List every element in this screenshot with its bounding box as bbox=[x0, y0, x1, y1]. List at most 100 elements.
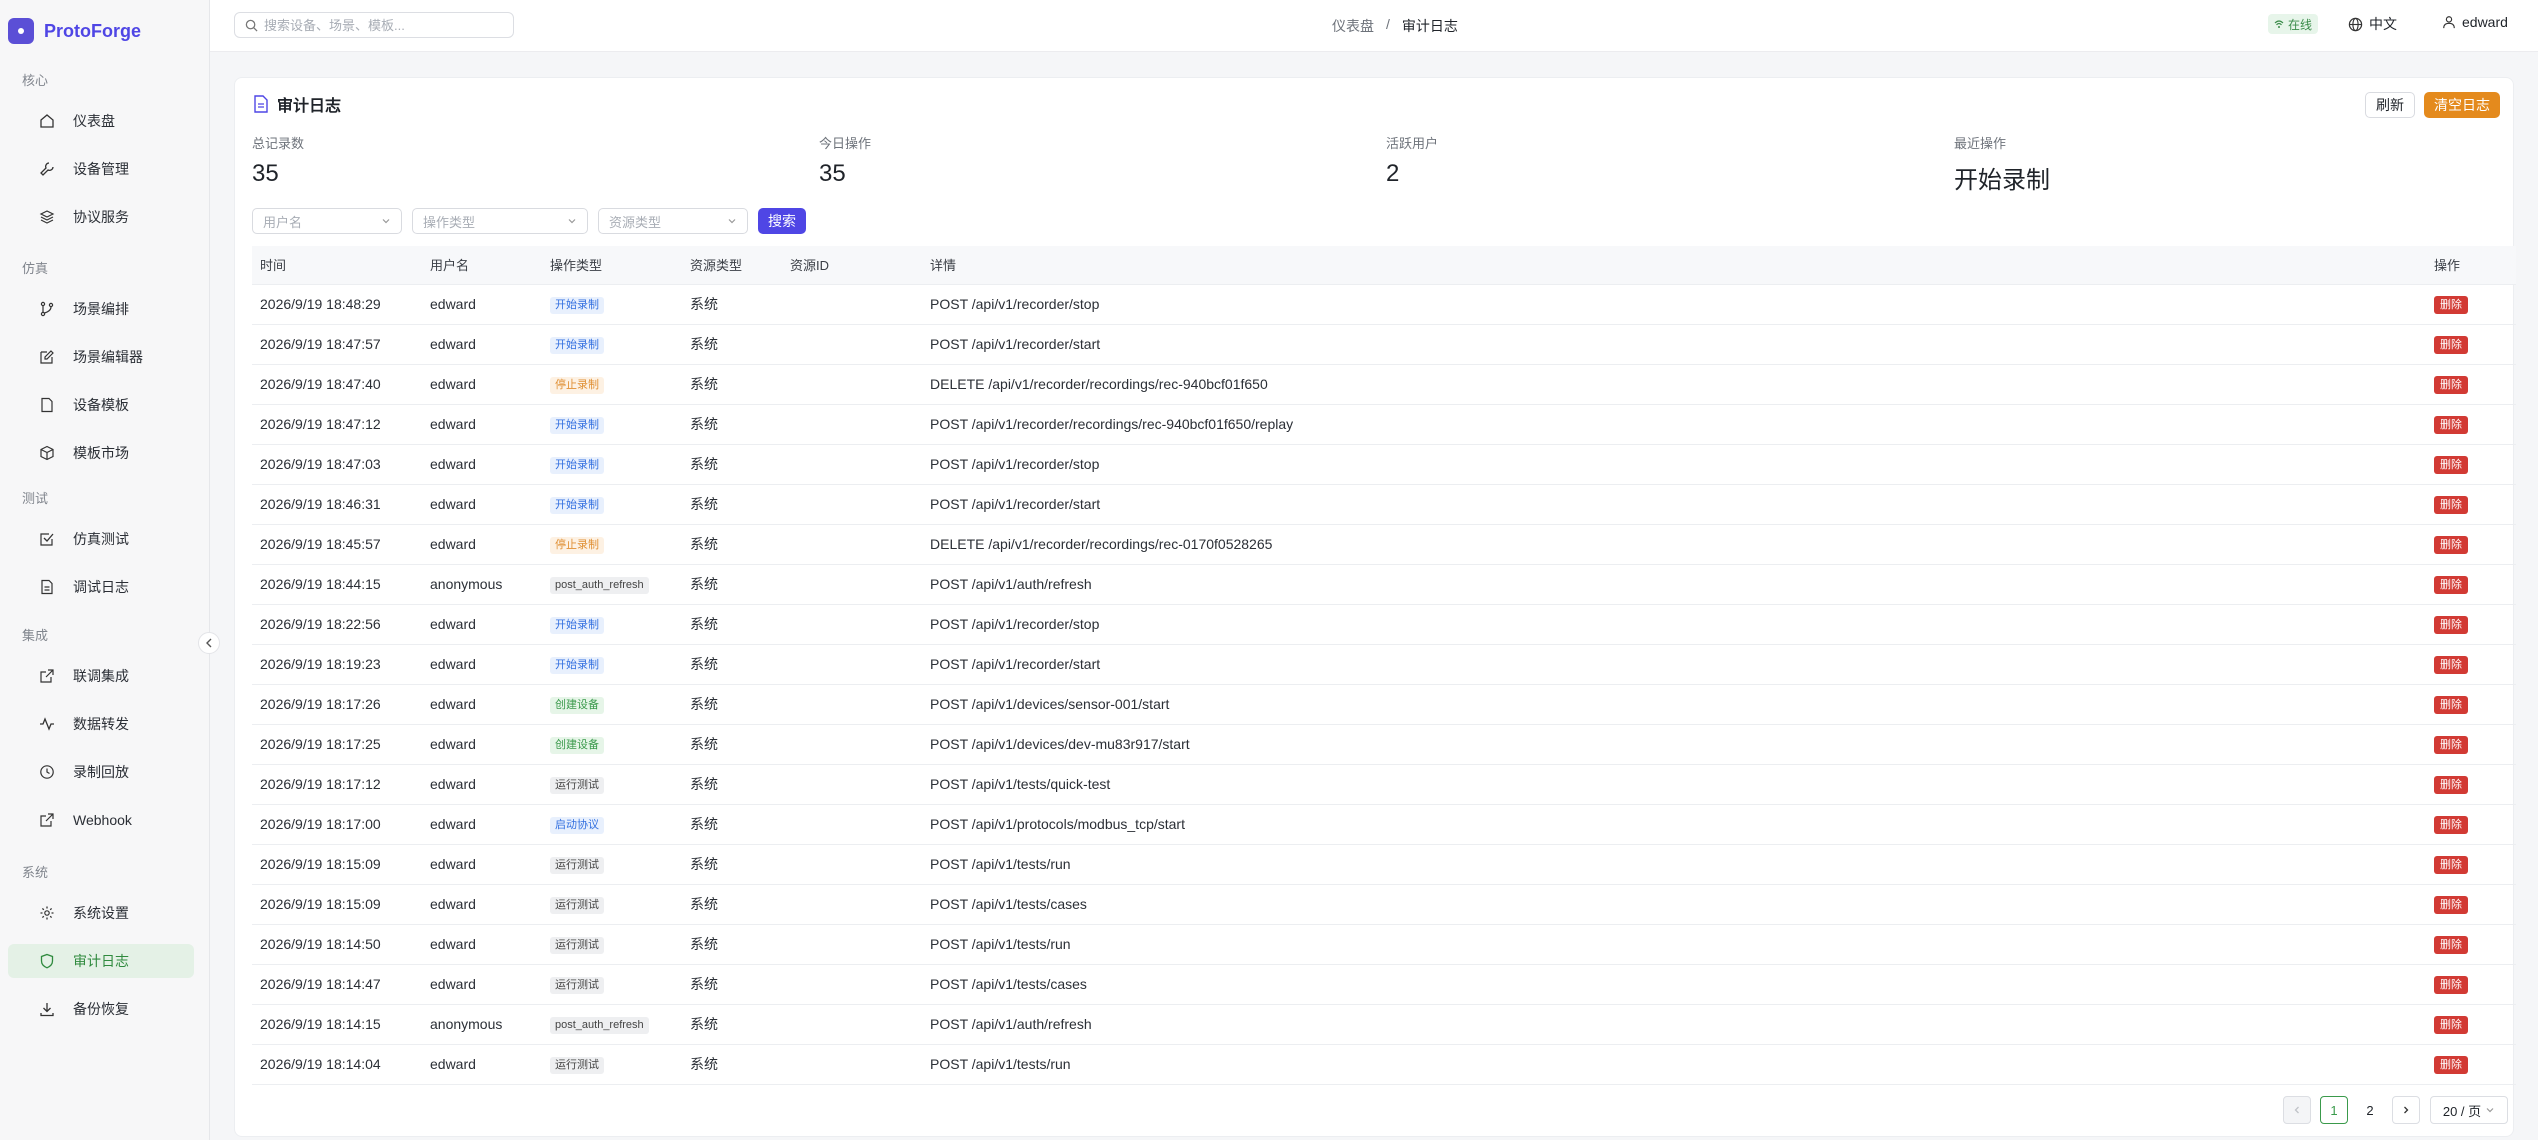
delete-button[interactable]: 删除 bbox=[2434, 375, 2468, 394]
sidebar-item-label: 仪表盘 bbox=[73, 113, 115, 129]
cell-resource-type: 系统 bbox=[682, 644, 782, 685]
cell-user: edward bbox=[422, 524, 542, 565]
page-1-button[interactable]: 1 bbox=[2320, 1096, 2348, 1124]
delete-button[interactable]: 删除 bbox=[2434, 1015, 2468, 1034]
sidebar-item-1-2[interactable]: 设备模板 bbox=[8, 388, 194, 422]
sidebar-item-3-1[interactable]: 数据转发 bbox=[8, 707, 194, 741]
sidebar-item-3-3[interactable]: Webhook bbox=[8, 803, 194, 837]
breadcrumb-dashboard[interactable]: 仪表盘 bbox=[1332, 16, 1374, 36]
delete-button[interactable]: 删除 bbox=[2434, 855, 2468, 874]
cell-resource-type: 系统 bbox=[682, 884, 782, 925]
refresh-button[interactable]: 刷新 bbox=[2365, 92, 2415, 118]
col-action: 操作类型 bbox=[542, 246, 682, 285]
username-select[interactable]: 用户名 bbox=[252, 208, 402, 234]
sidebar-item-0-0[interactable]: 仪表盘 bbox=[8, 104, 194, 138]
cell-action: post_auth_refresh bbox=[542, 564, 682, 605]
action-tag: 停止录制 bbox=[550, 376, 604, 394]
sidebar-item-1-0[interactable]: 场景编排 bbox=[8, 292, 194, 326]
chevron-left-icon bbox=[206, 638, 212, 648]
sidebar-item-4-0[interactable]: 系统设置 bbox=[8, 896, 194, 930]
sidebar-group-label: 系统 bbox=[22, 865, 49, 880]
sidebar-item-3-0[interactable]: 联调集成 bbox=[8, 659, 194, 693]
cell-operation: 删除 bbox=[2426, 764, 2516, 805]
delete-button[interactable]: 删除 bbox=[2434, 695, 2468, 714]
delete-button[interactable]: 删除 bbox=[2434, 815, 2468, 834]
sidebar-item-2-0[interactable]: 仿真测试 bbox=[8, 522, 194, 556]
layers-icon bbox=[39, 210, 55, 224]
table-row: 2026/9/19 18:15:09 edward 运行测试 系统 POST /api/… bbox=[252, 884, 2516, 925]
cell-time: 2026/9/19 18:15:09 bbox=[252, 844, 422, 885]
delete-button[interactable]: 删除 bbox=[2434, 575, 2468, 594]
action-tag: 开始录制 bbox=[550, 496, 604, 514]
chevron-down-icon bbox=[2486, 1108, 2494, 1113]
delete-button[interactable]: 删除 bbox=[2434, 975, 2468, 994]
cell-operation: 删除 bbox=[2426, 484, 2516, 525]
delete-button[interactable]: 删除 bbox=[2434, 335, 2468, 354]
page-2-button[interactable]: 2 bbox=[2356, 1096, 2384, 1124]
cell-resource-id bbox=[782, 964, 922, 1005]
delete-button[interactable]: 删除 bbox=[2434, 895, 2468, 914]
sidebar-item-0-2[interactable]: 协议服务 bbox=[8, 200, 194, 234]
cell-action: 运行测试 bbox=[542, 844, 682, 885]
delete-button[interactable]: 删除 bbox=[2434, 935, 2468, 954]
delete-button[interactable]: 删除 bbox=[2434, 735, 2468, 754]
sidebar-item-1-1[interactable]: 场景编辑器 bbox=[8, 340, 194, 374]
collapse-sidebar-button[interactable] bbox=[198, 632, 220, 654]
cell-action: 启动协议 bbox=[542, 804, 682, 845]
search-button[interactable]: 搜索 bbox=[758, 208, 806, 234]
audit-log-table: 时间 用户名 操作类型 资源类型 资源ID 详情 操作 2026/9/19 18… bbox=[252, 246, 2516, 1085]
action-tag: 开始录制 bbox=[550, 456, 604, 474]
external-link-icon bbox=[40, 669, 54, 683]
brand-name: ProtoForge bbox=[44, 20, 141, 41]
sidebar-item-1-3[interactable]: 模板市场 bbox=[8, 436, 194, 470]
sidebar-item-0-1[interactable]: 设备管理 bbox=[8, 152, 194, 186]
cell-action: 创建设备 bbox=[542, 684, 682, 725]
wrench-icon bbox=[40, 162, 54, 176]
cell-time: 2026/9/19 18:17:25 bbox=[252, 724, 422, 765]
delete-button[interactable]: 删除 bbox=[2434, 1055, 2468, 1074]
external-link-icon bbox=[40, 813, 54, 827]
cell-resource-id bbox=[782, 444, 922, 485]
cell-user: edward bbox=[422, 444, 542, 485]
action-type-select[interactable]: 操作类型 bbox=[412, 208, 588, 234]
col-user: 用户名 bbox=[422, 246, 542, 285]
cell-resource-type: 系统 bbox=[682, 1004, 782, 1045]
action-tag: 开始录制 bbox=[550, 416, 604, 434]
sidebar-item-3-2[interactable]: 录制回放 bbox=[8, 755, 194, 789]
cell-time: 2026/9/19 18:19:23 bbox=[252, 644, 422, 685]
delete-button[interactable]: 删除 bbox=[2434, 415, 2468, 434]
language-switcher[interactable]: 中文 bbox=[2348, 14, 2397, 34]
delete-button[interactable]: 删除 bbox=[2434, 295, 2468, 314]
search-input[interactable] bbox=[264, 17, 504, 33]
next-page-button[interactable] bbox=[2392, 1096, 2420, 1124]
cell-resource-type: 系统 bbox=[682, 724, 782, 765]
cell-resource-type: 系统 bbox=[682, 444, 782, 485]
sidebar-group-label: 核心 bbox=[22, 73, 49, 88]
brand[interactable]: ProtoForge bbox=[8, 18, 141, 44]
delete-button[interactable]: 删除 bbox=[2434, 495, 2468, 514]
user-menu[interactable]: edward bbox=[2442, 14, 2508, 30]
delete-button[interactable]: 删除 bbox=[2434, 775, 2468, 794]
clear-logs-button[interactable]: 清空日志 bbox=[2424, 92, 2500, 118]
cell-action: 开始录制 bbox=[542, 284, 682, 325]
cell-operation: 删除 bbox=[2426, 804, 2516, 845]
cell-detail: POST /api/v1/tests/run bbox=[922, 844, 2426, 885]
sidebar-item-2-1[interactable]: 调试日志 bbox=[8, 570, 194, 604]
delete-button[interactable]: 删除 bbox=[2434, 455, 2468, 474]
delete-button[interactable]: 删除 bbox=[2434, 615, 2468, 634]
stat-today: 今日操作 35 bbox=[819, 133, 871, 188]
activity-icon bbox=[40, 717, 54, 731]
prev-page-button[interactable] bbox=[2283, 1096, 2311, 1124]
delete-button[interactable]: 删除 bbox=[2434, 655, 2468, 674]
sidebar-item-4-1[interactable]: 审计日志 bbox=[8, 944, 194, 978]
action-tag: post_auth_refresh bbox=[550, 1016, 649, 1034]
username-select-placeholder: 用户名 bbox=[263, 214, 303, 230]
cell-action: 创建设备 bbox=[542, 724, 682, 765]
delete-button[interactable]: 删除 bbox=[2434, 535, 2468, 554]
resource-type-select[interactable]: 资源类型 bbox=[598, 208, 748, 234]
page-size-select[interactable]: 20 / 页 bbox=[2430, 1096, 2508, 1124]
cell-resource-id bbox=[782, 484, 922, 525]
sidebar-item-4-2[interactable]: 备份恢复 bbox=[8, 992, 194, 1026]
global-search[interactable] bbox=[234, 12, 514, 38]
cell-user: edward bbox=[422, 284, 542, 325]
